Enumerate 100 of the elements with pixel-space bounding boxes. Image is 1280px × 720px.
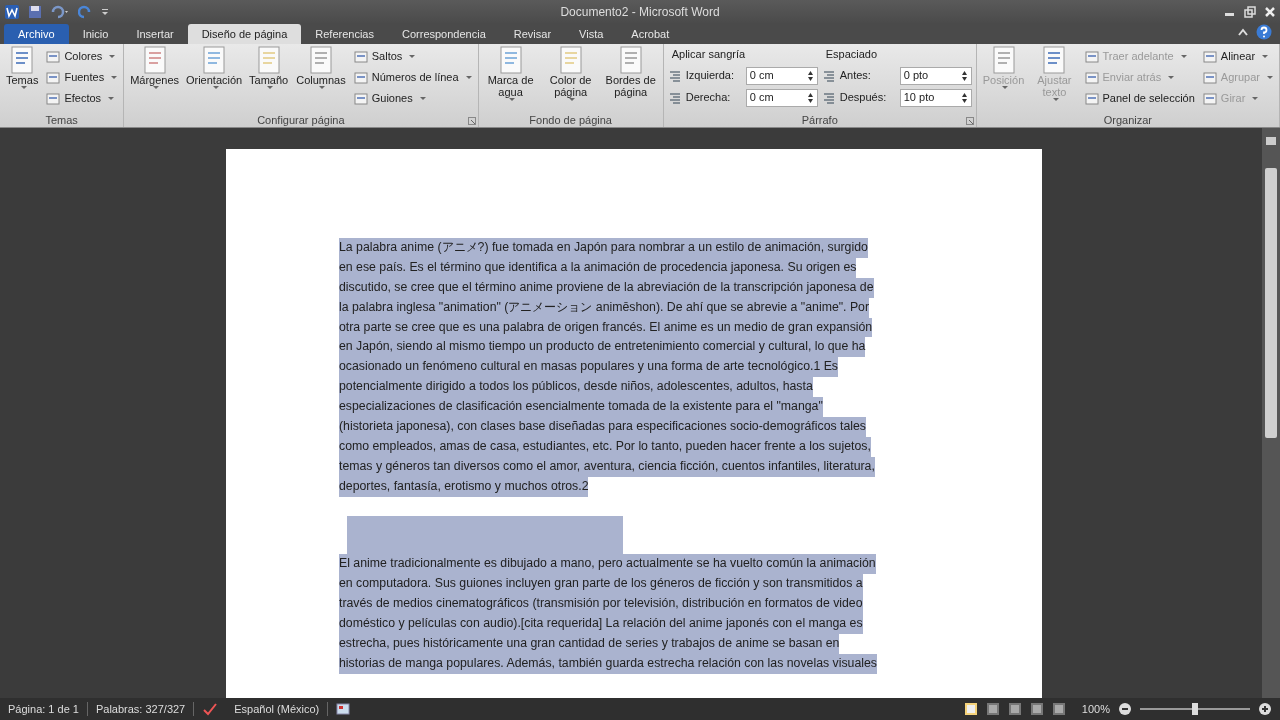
zoom-level[interactable]: 100% <box>1081 700 1110 718</box>
small-command-icon <box>46 70 61 85</box>
document-text: través de medios cinematográficos (transmisión por televisión, distribución en formatos de video <box>339 594 863 615</box>
ribbon-button[interactable]: Saltos <box>351 46 474 67</box>
field-label: Derecha: <box>685 90 732 106</box>
ribbon-button[interactable]: Fuentes <box>44 67 120 88</box>
ribbon-button[interactable]: Orientación <box>185 46 244 89</box>
document-text: (historieta japonesa), con clases base diseñadas para especificaciones socio-demográficos tales <box>339 417 866 437</box>
ribbon-button[interactable]: Color de página <box>542 46 599 101</box>
word-count[interactable]: Palabras: 327/327 <box>95 700 186 718</box>
ribbon-button[interactable]: Colores <box>44 46 120 67</box>
ribbon-tab[interactable]: Referencias <box>301 24 388 44</box>
ribbon-button[interactable]: Columnas <box>294 46 348 89</box>
field-label: Después: <box>839 90 888 106</box>
spin-field[interactable]: 0 cm <box>745 88 818 107</box>
page-icon <box>497 46 524 74</box>
ribbon-tab[interactable]: Revisar <box>499 24 566 44</box>
window-title: Documento2 - Microsoft Word <box>560 4 720 21</box>
zoom-slider[interactable] <box>1140 703 1250 715</box>
page-icon <box>557 46 584 74</box>
spacing-icon <box>821 68 836 83</box>
group-label: Fondo de página <box>528 113 613 127</box>
group-label: Párrafo <box>800 113 839 127</box>
small-command-icon <box>353 70 368 85</box>
spacing-icon <box>667 68 682 83</box>
document-text: otra parte se cree que es una palabra de origen francés. El anime es un medio de gran expansión <box>339 317 873 338</box>
close-icon[interactable] <box>1264 6 1276 18</box>
language-indicator[interactable]: Español (México) <box>234 700 320 718</box>
ribbon-button[interactable]: Márgenes <box>128 46 182 89</box>
section-heading: Espaciado <box>824 47 879 62</box>
spin-arrows-icon[interactable] <box>806 69 814 82</box>
scrollbar[interactable] <box>1262 128 1280 698</box>
small-command-icon <box>1084 49 1099 64</box>
zoom-in-icon[interactable] <box>1258 702 1272 716</box>
document-text: estrecha, pues históricamente una gran cantidad de series y trabajos de anime se basan en <box>339 634 840 654</box>
small-command-icon <box>353 49 368 64</box>
word-icon[interactable] <box>4 4 20 20</box>
section-heading: Aplicar sangría <box>670 47 747 62</box>
collapse-ribbon-icon[interactable] <box>1238 28 1248 36</box>
save-icon[interactable] <box>28 5 42 19</box>
ribbon-tab[interactable]: Correspondencia <box>388 24 500 44</box>
small-command-icon <box>1084 91 1099 106</box>
document-text: deportes, fantasía, erotismo y muchos otros.2 <box>339 476 589 497</box>
document-text: especializaciones de clasificación esencialmente tomada de la existente para el "manga" <box>339 397 823 417</box>
spin-field[interactable]: 0 pto <box>899 66 972 85</box>
spacing-icon <box>821 90 836 105</box>
zoom-out-icon[interactable] <box>1118 702 1132 716</box>
page-icon <box>308 46 334 74</box>
macro-icon[interactable] <box>336 703 351 715</box>
spin-arrows-icon[interactable] <box>960 91 968 104</box>
document-text: la palabra inglesa "animation" (アニメーション animēshon). De ahí que se abrevie a "anime". Por <box>339 297 870 318</box>
ribbon-tab[interactable]: Vista <box>565 24 618 44</box>
document-text: historias de manga populares. Además, también guarda estrecha relación con las novelas visuales <box>339 653 877 674</box>
ribbon-tab[interactable]: Insertar <box>122 24 188 44</box>
document-text: en Japón, siendo al mismo tiempo un producto de entretenimiento comercial y cultural, lo que ha <box>339 337 866 358</box>
slider-thumb[interactable] <box>1192 703 1198 715</box>
page-icon <box>201 46 228 74</box>
document-text: El anime tradicionalmente es dibujado a mano, pero actualmente se ha vuelto común la animación <box>339 554 876 575</box>
page-icon <box>9 46 36 74</box>
help-icon[interactable] <box>1256 24 1272 40</box>
field-label: Antes: <box>839 68 872 84</box>
ribbon-button[interactable]: Panel de selección <box>1082 88 1197 109</box>
document-text: en ese país. Es el término que identifica a la animación de procedencia japonesa. Su origen es <box>339 257 857 278</box>
ribbon-button[interactable]: Alinear <box>1200 46 1275 67</box>
ribbon-button[interactable]: Efectos <box>44 88 120 109</box>
spin-field[interactable]: 0 cm <box>745 66 818 85</box>
small-command-icon <box>1202 70 1217 85</box>
small-command-icon <box>1084 70 1099 85</box>
ribbon-tab[interactable]: Acrobat <box>617 24 684 44</box>
dialog-launcher-icon[interactable] <box>965 117 974 125</box>
ribbon-button[interactable]: Guiones <box>351 88 474 109</box>
document-text: discutido, se cree que el término anime proviene de la abreviación de la transcripción japonesa de <box>339 277 874 298</box>
restore-icon[interactable] <box>1244 6 1256 18</box>
scroll-thumb[interactable] <box>1265 168 1277 438</box>
ribbon-tab[interactable]: Diseño de página <box>187 24 302 44</box>
ribbon-button[interactable]: Temas <box>4 46 41 89</box>
document-text: como empleados, amas de casa, estudiantes, etc. Por lo tanto, pueden hacer frente a los sujetos, <box>339 436 871 457</box>
proofing-icon[interactable] <box>202 702 219 716</box>
document-text: ocasionado un fenómeno cultural en masas populares y una forma de arte tecnológico.1 Es <box>339 357 838 378</box>
spin-field[interactable]: 10 pto <box>899 88 972 107</box>
page-icon <box>255 46 282 74</box>
small-command-icon <box>1202 49 1217 64</box>
undo-icon[interactable] <box>50 5 70 19</box>
ribbon-button[interactable]: Números de línea <box>351 67 474 88</box>
page-icon <box>617 46 644 74</box>
field-label: Izquierda: <box>685 68 736 84</box>
small-command-icon <box>46 91 61 106</box>
dialog-launcher-icon[interactable] <box>467 117 476 125</box>
spin-arrows-icon[interactable] <box>806 91 814 104</box>
ribbon-button[interactable]: Tamaño <box>247 46 291 89</box>
ribbon-button[interactable]: Marca de agua <box>482 46 539 101</box>
spin-arrows-icon[interactable] <box>960 69 968 82</box>
print-layout-view-icon[interactable] <box>963 702 978 716</box>
group-label: Configurar página <box>256 113 346 127</box>
document-text: doméstico y películas con audio).[cita requerida] La relación del anime japonés con el manga es <box>339 614 863 635</box>
document-text: potencialmente dirigido a todos los públicos, desde niños, adolescentes, adultos, hasta <box>339 377 813 398</box>
ribbon-tab[interactable]: Archivo <box>4 24 69 44</box>
page-count[interactable]: Página: 1 de 1 <box>8 700 79 718</box>
ribbon-tab[interactable]: Inicio <box>68 24 123 44</box>
ribbon-button[interactable]: Bordes de página <box>602 46 659 98</box>
